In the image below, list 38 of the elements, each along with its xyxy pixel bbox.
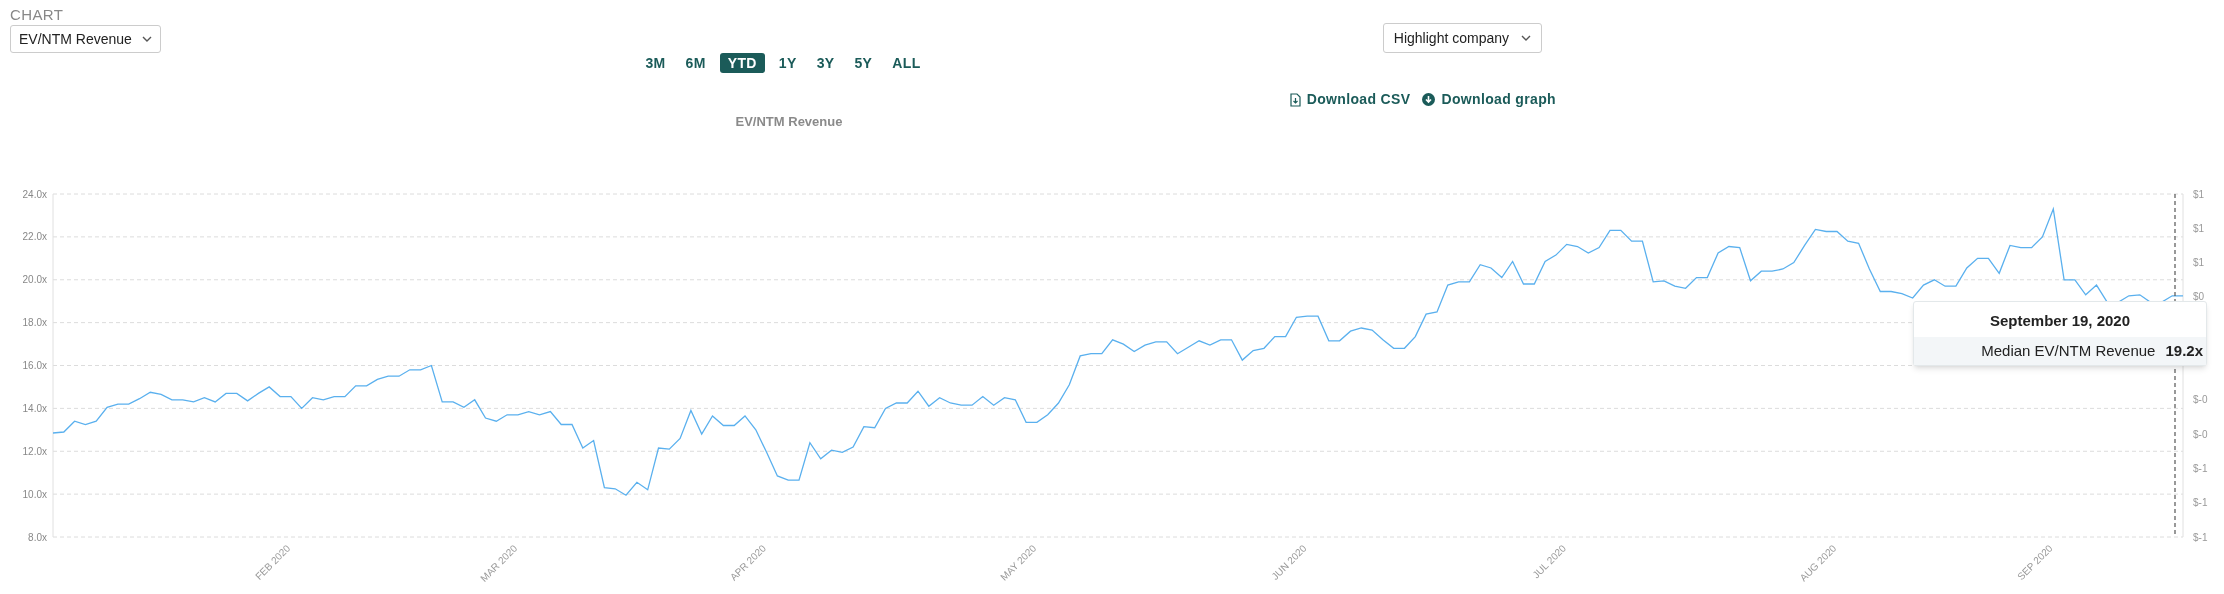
secondary-axis-label: $-1 <box>2193 462 2208 474</box>
file-download-icon <box>1289 92 1301 107</box>
y-axis-label: 16.0x <box>22 360 47 371</box>
chart-title: EV/NTM Revenue <box>735 114 843 129</box>
secondary-axis-label: $1 <box>2193 257 2205 269</box>
y-axis-label: 18.0x <box>22 317 47 329</box>
download-link[interactable]: Download CSV <box>1289 89 1411 110</box>
section-label: CHART <box>10 5 64 25</box>
tooltip-date: September 19, 2020 <box>1988 311 2132 331</box>
secondary-axis-label: $-1 <box>2193 497 2208 509</box>
y-axis-label: 24.0x <box>22 188 47 200</box>
metric-dropdown[interactable]: EV/NTM Revenue <box>10 25 161 53</box>
y-axis-label: 10.0x <box>22 488 47 500</box>
secondary-axis-label: $-0 <box>2193 428 2208 440</box>
secondary-axis-label: $-0 <box>2193 394 2208 406</box>
tooltip-value: 19.2x <box>2165 340 2203 361</box>
y-axis-label: 14.0x <box>22 402 47 414</box>
range-tab[interactable]: YTD <box>719 53 765 73</box>
range-tab[interactable]: 3Y <box>810 53 841 73</box>
y-axis-label: 12.0x <box>22 445 47 457</box>
range-tab[interactable]: 5Y <box>848 53 879 73</box>
secondary-axis-label: $-1 <box>2193 531 2208 543</box>
secondary-axis-label: $1 <box>2193 222 2205 234</box>
chevron-icon <box>1521 35 1531 41</box>
range-tab[interactable]: 6M <box>679 53 712 73</box>
download-icon <box>1422 93 1436 106</box>
secondary-axis-label: $1 <box>2193 188 2205 200</box>
y-axis-label: 20.0x <box>22 274 47 286</box>
range-tab[interactable]: ALL <box>886 53 927 73</box>
range-tab[interactable]: 1Y <box>772 53 803 73</box>
chevron-icon <box>141 36 152 42</box>
highlight-dropdown[interactable]: Highlight company <box>1382 23 1542 53</box>
range-tab[interactable]: 3M <box>639 53 672 73</box>
y-axis-label: 22.0x <box>22 231 47 243</box>
secondary-axis-label: $0 <box>2193 291 2205 303</box>
download-link[interactable]: Download graph <box>1422 89 1556 110</box>
y-axis-label: 8.0x <box>28 531 47 543</box>
tooltip-label: Median EV/NTM Revenue <box>1981 340 2156 361</box>
